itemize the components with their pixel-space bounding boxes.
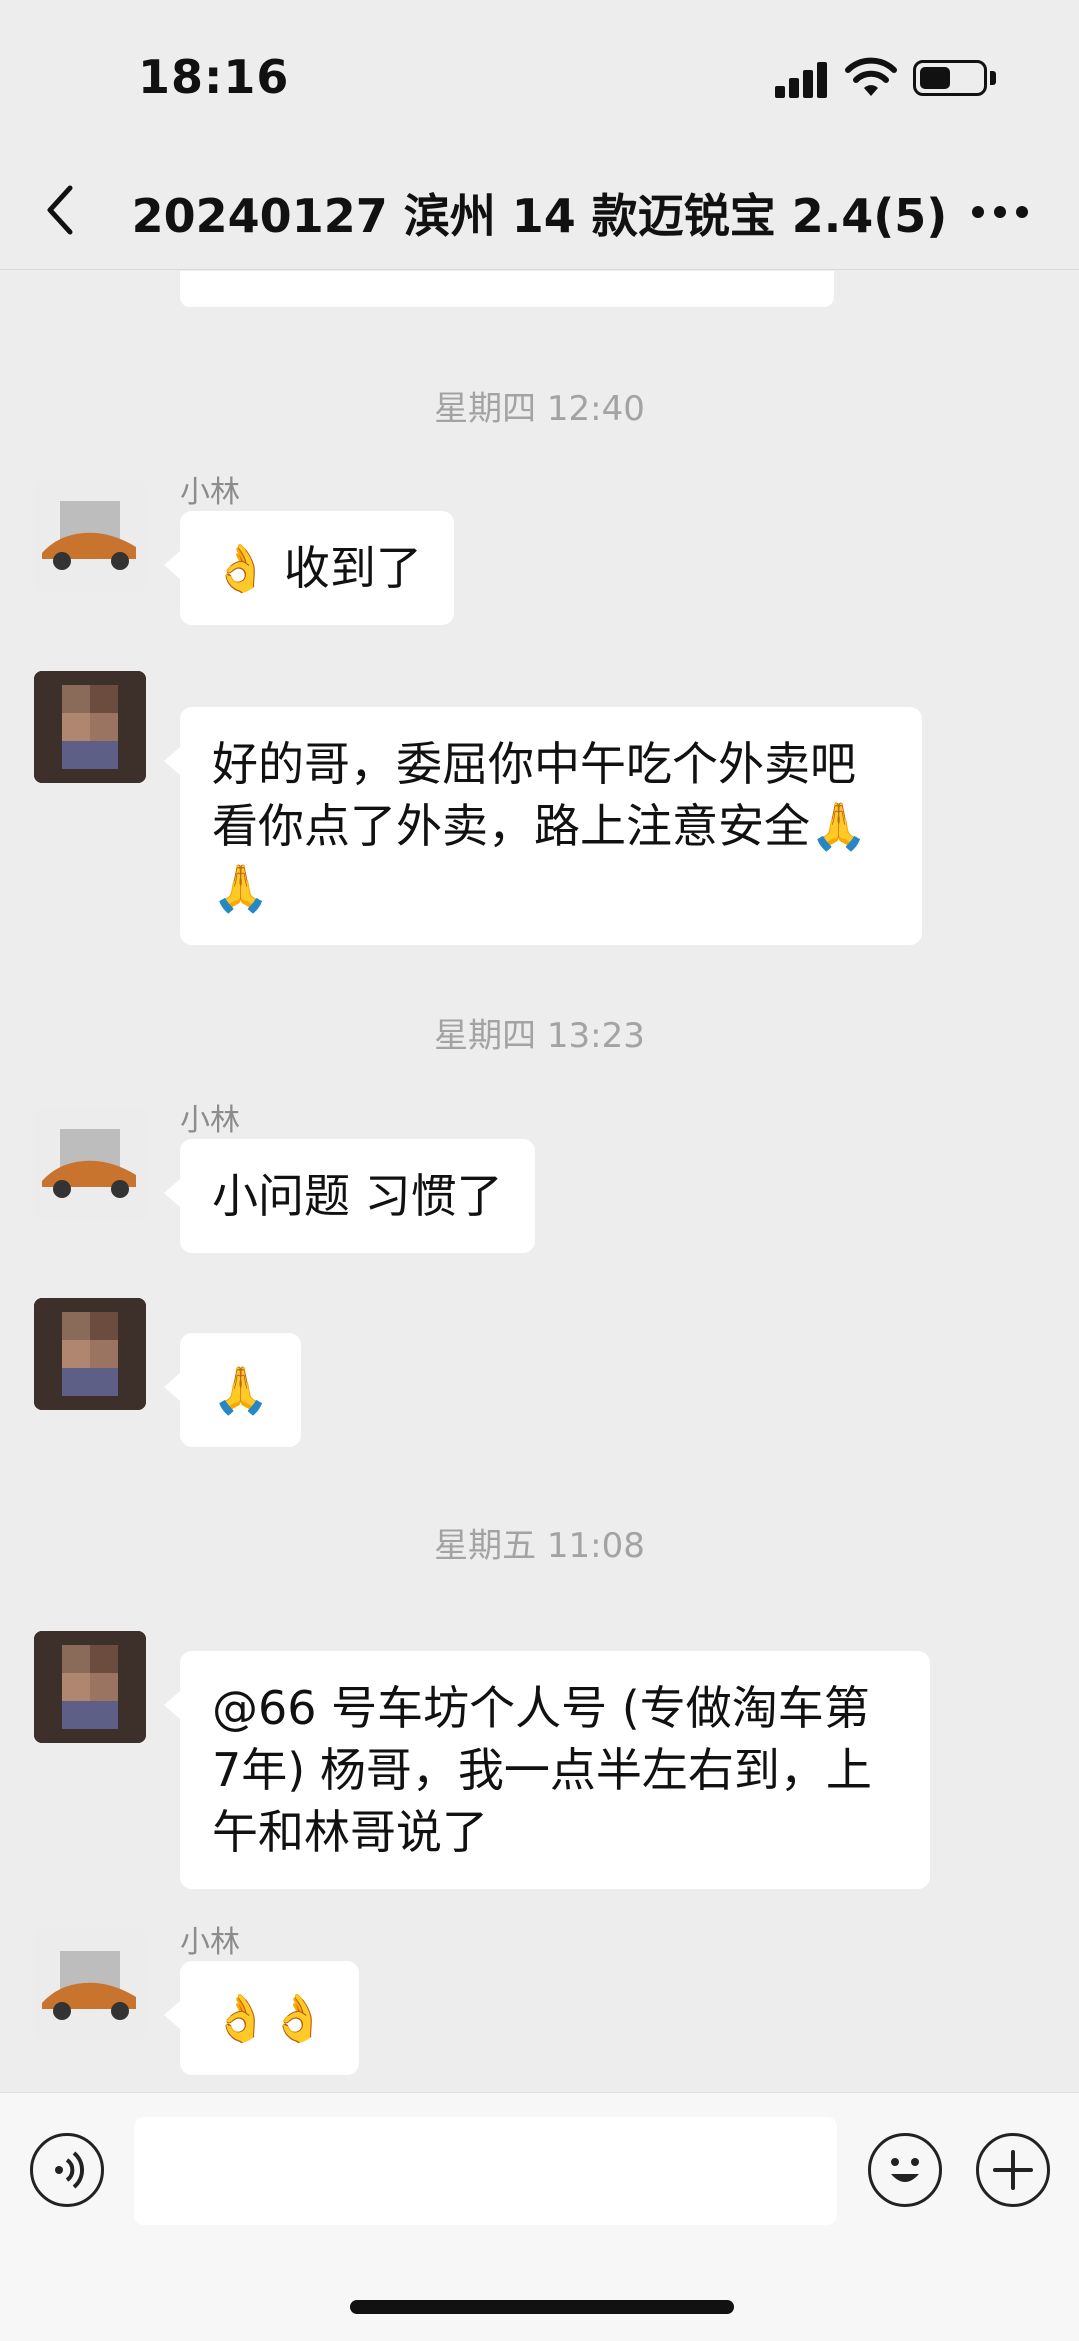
status-time: 18:16	[138, 50, 290, 104]
chat-title: 20240127 滨州 14 款迈锐宝 2.4(5)	[131, 189, 948, 243]
avatar[interactable]	[34, 671, 146, 783]
smiley-icon	[891, 2158, 919, 2182]
message-bubble[interactable]: @66 号车坊个人号 (专做淘车第 7年) 杨哥，我一点半左右到，上 午和林哥说…	[164, 1651, 930, 1889]
voice-icon	[55, 2151, 85, 2189]
battery-icon	[913, 60, 987, 96]
message-list[interactable]: 星期四 12:40 小林 👌 收到了 好的哥，委屈你中午吃个外卖吧 看你点了外卖…	[0, 271, 1079, 2091]
nav-bar: 20240127 滨州 14 款迈锐宝 2.4(5)	[0, 150, 1079, 270]
timestamp: 星期五 11:08	[434, 1526, 645, 1566]
wifi-icon	[845, 57, 897, 96]
avatar[interactable]	[34, 479, 146, 591]
emoji-button[interactable]	[868, 2133, 942, 2207]
chat-screen: 18:16 20240127 滨州 14 款迈锐宝 2.4(5) 星期四 12:…	[0, 0, 1079, 2341]
sender-name: 小林	[180, 1103, 240, 1138]
battery-cap	[990, 71, 996, 85]
voice-input-button[interactable]	[30, 2133, 104, 2207]
message-bubble[interactable]: 小问题 习惯了	[164, 1139, 535, 1253]
message-bubble[interactable]: 好的哥，委屈你中午吃个外卖吧 看你点了外卖，路上注意安全🙏 🙏	[164, 707, 922, 945]
message-input[interactable]	[134, 2117, 837, 2225]
message-bubble[interactable]: 👌 收到了	[164, 511, 454, 625]
avatar[interactable]	[34, 1631, 146, 1743]
status-bar: 18:16	[0, 0, 1079, 150]
message-bubble[interactable]: 🙏	[163, 1333, 302, 1447]
message-bubble-partial	[180, 271, 834, 307]
sender-name: 小林	[180, 475, 240, 510]
timestamp: 星期四 12:40	[434, 389, 645, 429]
back-icon[interactable]	[40, 180, 84, 240]
home-indicator[interactable]	[350, 2300, 734, 2314]
avatar[interactable]	[34, 1929, 146, 2041]
plus-icon	[993, 2150, 1033, 2190]
sender-name: 小林	[180, 1925, 240, 1960]
message-bubble[interactable]: 👌👌	[164, 1961, 359, 2075]
more-icon[interactable]	[972, 206, 1032, 220]
signal-icon	[775, 60, 831, 98]
avatar[interactable]	[34, 1107, 146, 1219]
timestamp: 星期四 13:23	[434, 1016, 645, 1056]
more-actions-button[interactable]	[976, 2133, 1050, 2207]
avatar[interactable]	[34, 1298, 146, 1410]
